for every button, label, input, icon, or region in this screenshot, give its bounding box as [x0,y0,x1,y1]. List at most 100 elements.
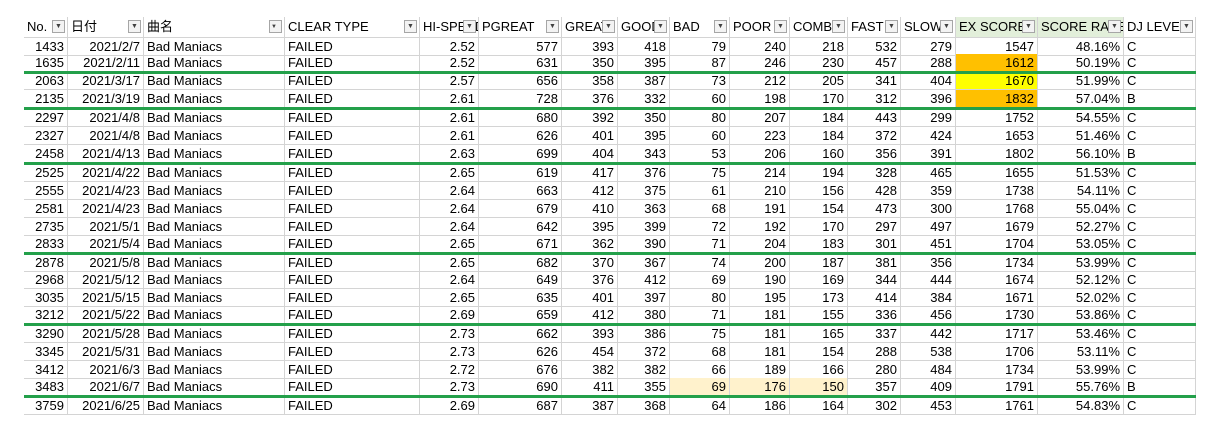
cell-fast[interactable]: 312 [848,90,901,108]
cell-ex-score[interactable]: 1738 [956,182,1038,200]
cell-bad[interactable]: 66 [670,361,730,379]
cell-great[interactable]: 417 [562,164,618,182]
cell-pgreat[interactable]: 626 [479,127,562,145]
chevron-down-icon[interactable]: ▼ [602,20,615,33]
cell-slow[interactable]: 356 [901,254,956,272]
cell-song[interactable]: Bad Maniacs [144,218,285,236]
cell-date[interactable]: 2021/4/13 [68,145,144,163]
cell-fast[interactable]: 302 [848,397,901,415]
cell-fast[interactable]: 357 [848,378,901,396]
cell-score-rate[interactable]: 51.53% [1038,164,1124,182]
cell-song[interactable]: Bad Maniacs [144,200,285,218]
cell-bad[interactable]: 74 [670,254,730,272]
cell-poor[interactable]: 204 [730,235,790,253]
cell-poor[interactable]: 181 [730,343,790,361]
cell-clear-type[interactable]: FAILED [285,127,420,145]
cell-pgreat[interactable]: 649 [479,271,562,289]
cell-poor[interactable]: 181 [730,325,790,343]
cell-pgreat[interactable]: 642 [479,218,562,236]
cell-ex-score[interactable]: 1612 [956,54,1038,72]
cell-slow[interactable]: 384 [901,289,956,307]
cell-fast[interactable]: 428 [848,182,901,200]
cell-ex-score[interactable]: 1768 [956,200,1038,218]
cell-no[interactable]: 2555 [24,182,68,200]
cell-pgreat[interactable]: 659 [479,306,562,324]
cell-dj-level[interactable]: C [1124,54,1196,72]
cell-fast[interactable]: 328 [848,164,901,182]
cell-hi-speed[interactable]: 2.61 [420,90,479,108]
cell-date[interactable]: 2021/3/19 [68,90,144,108]
cell-slow[interactable]: 444 [901,271,956,289]
cell-dj-level[interactable]: C [1124,306,1196,324]
cell-song[interactable]: Bad Maniacs [144,54,285,72]
cell-score-rate[interactable]: 55.04% [1038,200,1124,218]
cell-dj-level[interactable]: C [1124,271,1196,289]
cell-hi-speed[interactable]: 2.64 [420,182,479,200]
cell-good[interactable]: 376 [618,164,670,182]
cell-slow[interactable]: 453 [901,397,956,415]
cell-bad[interactable]: 61 [670,182,730,200]
cell-date[interactable]: 2021/4/23 [68,182,144,200]
cell-hi-speed[interactable]: 2.69 [420,397,479,415]
cell-slow[interactable]: 451 [901,235,956,253]
cell-bad[interactable]: 73 [670,72,730,90]
cell-pgreat[interactable]: 679 [479,200,562,218]
cell-song[interactable]: Bad Maniacs [144,235,285,253]
cell-good[interactable]: 386 [618,325,670,343]
cell-date[interactable]: 2021/6/7 [68,378,144,396]
cell-slow[interactable]: 442 [901,325,956,343]
cell-good[interactable]: 343 [618,145,670,163]
cell-dj-level[interactable]: C [1124,343,1196,361]
cell-hi-speed[interactable]: 2.65 [420,254,479,272]
cell-dj-level[interactable]: C [1124,235,1196,253]
cell-date[interactable]: 2021/5/4 [68,235,144,253]
cell-good[interactable]: 387 [618,72,670,90]
cell-score-rate[interactable]: 52.27% [1038,218,1124,236]
cell-clear-type[interactable]: FAILED [285,90,420,108]
column-header-clear-type[interactable]: CLEAR TYPE ▼ [285,17,420,38]
cell-poor[interactable]: 214 [730,164,790,182]
cell-slow[interactable]: 497 [901,218,956,236]
cell-poor[interactable]: 210 [730,182,790,200]
cell-song[interactable]: Bad Maniacs [144,289,285,307]
column-header-bad[interactable]: BAD ▼ [670,17,730,38]
cell-poor[interactable]: 223 [730,127,790,145]
cell-great[interactable]: 395 [562,218,618,236]
cell-clear-type[interactable]: FAILED [285,378,420,396]
cell-date[interactable]: 2021/6/3 [68,361,144,379]
cell-pgreat[interactable]: 699 [479,145,562,163]
cell-bad[interactable]: 60 [670,90,730,108]
cell-clear-type[interactable]: FAILED [285,343,420,361]
cell-ex-score[interactable]: 1674 [956,271,1038,289]
cell-clear-type[interactable]: FAILED [285,361,420,379]
cell-combo[interactable]: 184 [790,109,848,127]
cell-fast[interactable]: 414 [848,289,901,307]
cell-clear-type[interactable]: FAILED [285,72,420,90]
cell-poor[interactable]: 181 [730,306,790,324]
cell-bad[interactable]: 80 [670,109,730,127]
cell-hi-speed[interactable]: 2.61 [420,109,479,127]
cell-date[interactable]: 2021/5/1 [68,218,144,236]
cell-dj-level[interactable]: C [1124,325,1196,343]
cell-date[interactable]: 2021/5/31 [68,343,144,361]
cell-poor[interactable]: 195 [730,289,790,307]
cell-dj-level[interactable]: C [1124,200,1196,218]
cell-pgreat[interactable]: 619 [479,164,562,182]
cell-pgreat[interactable]: 671 [479,235,562,253]
cell-combo[interactable]: 165 [790,325,848,343]
cell-combo[interactable]: 150 [790,378,848,396]
cell-date[interactable]: 2021/6/25 [68,397,144,415]
cell-fast[interactable]: 336 [848,306,901,324]
cell-bad[interactable]: 72 [670,218,730,236]
cell-combo[interactable]: 166 [790,361,848,379]
cell-dj-level[interactable]: C [1124,361,1196,379]
cell-poor[interactable]: 246 [730,54,790,72]
chevron-down-icon[interactable]: ▼ [128,20,141,33]
cell-no[interactable]: 2968 [24,271,68,289]
cell-great[interactable]: 412 [562,306,618,324]
cell-bad[interactable]: 75 [670,325,730,343]
cell-pgreat[interactable]: 631 [479,54,562,72]
chevron-down-icon[interactable]: ▼ [832,20,845,33]
cell-clear-type[interactable]: FAILED [285,254,420,272]
cell-date[interactable]: 2021/5/28 [68,325,144,343]
